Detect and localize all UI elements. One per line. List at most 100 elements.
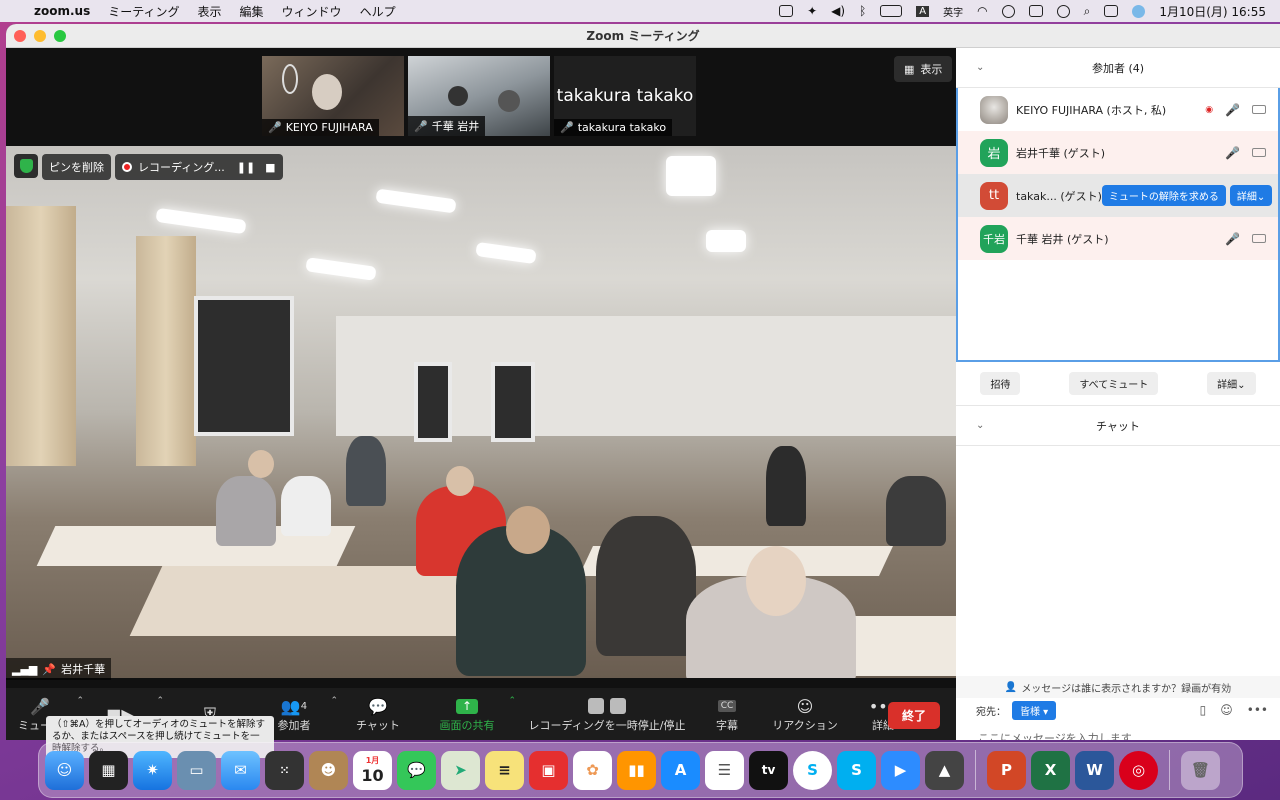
share-screen-button[interactable]: ↑ 画面の共有 ⌃ [432,688,517,740]
skype-business-icon[interactable]: S [837,750,876,790]
trash-icon[interactable]: 🗑 [1181,750,1220,790]
security-shield-icon[interactable] [14,154,38,178]
menu-edit[interactable]: 編集 [240,3,264,20]
mic-muted-icon[interactable]: 🎤 [1225,232,1240,246]
more-dots-icon[interactable]: ••• [1247,703,1268,717]
zoom-status-icon[interactable] [779,5,794,17]
ask-to-unmute-button[interactable]: ミュートの解除を求める [1101,185,1226,206]
signal-icon: ▂▄▆ [12,662,38,676]
trend-micro-icon[interactable]: ◎ [1119,750,1158,790]
record-dot-icon [122,162,132,172]
control-center-icon[interactable] [1104,5,1119,17]
camera-icon[interactable] [1252,105,1266,114]
attendee [886,476,946,546]
participant-row[interactable]: KEIYO FUJIHARA (ホスト, 私) ◉ 🎤 [958,88,1278,131]
mute-caret-icon[interactable]: ⌃ [76,696,84,706]
thumbnail-iwai[interactable]: 🎤 千華 岩井 [408,56,550,136]
skype-icon[interactable]: S [793,750,832,790]
mission-control-icon[interactable]: ▦ [89,750,128,790]
dropbox-icon[interactable]: ✦ [807,4,817,18]
menu-app-name[interactable]: zoom.us [34,4,90,18]
unpin-button[interactable]: ピンを削除 [42,154,111,180]
contacts-icon[interactable]: ☻ [309,750,348,790]
user-icon[interactable] [1001,4,1015,18]
menu-clock[interactable]: 1月10日(月) 16:55 [1159,3,1266,20]
collapse-chevron-icon[interactable]: ⌄ [976,62,984,73]
menu-window[interactable]: ウィンドウ [282,3,342,20]
camera-icon[interactable] [1252,234,1266,243]
menu-view[interactable]: 表示 [198,3,222,20]
maps-icon[interactable]: ➤ [441,750,480,790]
participant-face [448,86,468,106]
menu-meeting[interactable]: ミーティング [108,3,179,20]
apple-tv-icon[interactable]: tv [749,750,788,790]
camera-icon[interactable] [1252,148,1266,157]
photo-booth-icon[interactable]: ▣ [529,750,568,790]
photos-icon[interactable]: ✿ [573,750,612,790]
pause-icon[interactable]: ❚❚ [237,161,255,174]
messages-icon[interactable]: 💬 [397,750,436,790]
main-video[interactable] [6,146,956,678]
chat-button[interactable]: 💬 チャット [348,688,408,740]
launchpad-icon[interactable]: ⁙ [265,750,304,790]
mail-icon[interactable]: ✉ [221,750,260,790]
keyboard-icon[interactable] [1028,5,1043,17]
siri-icon[interactable] [1132,4,1146,18]
pin-icon: 📌 [42,662,57,676]
finder-icon[interactable]: ☺ [45,750,84,790]
chat-message-input[interactable]: ここにメッセージを入力します... [956,722,1280,740]
reactions-button[interactable]: ☺ リアクション [770,688,840,740]
attendee-head [746,546,806,616]
recording-indicator[interactable]: レコーディング... ❚❚ ■ [115,154,283,180]
menu-help[interactable]: ヘルプ [360,3,396,20]
participants-caret-icon[interactable]: ⌃ [330,696,338,706]
reminders-icon[interactable]: ☰ [705,750,744,790]
mute-all-button[interactable]: すべてミュート [1069,372,1159,395]
app-store-icon[interactable]: A [661,750,700,790]
participant-row[interactable]: 千岩 千華 岩井 (ゲスト) 🎤 [958,217,1278,260]
wifi-icon[interactable]: ◠ [977,4,987,18]
end-meeting-button[interactable]: 終了 [888,702,941,729]
participants-more-button[interactable]: 詳細⌄ [1207,372,1256,395]
zoom-icon[interactable]: ▶ [881,750,920,790]
chat-visibility-notice[interactable]: 👤 メッセージは誰に表示されますか？録画が有効 [956,676,1280,698]
share-caret-icon[interactable]: ⌃ [508,696,516,706]
powerpoint-icon[interactable]: P [987,750,1026,790]
stop-recording-icon [610,698,626,714]
mic-muted-icon[interactable]: 🎤 [1225,103,1240,117]
mic-icon[interactable]: 🎤 [1225,146,1240,160]
video-caret-icon[interactable]: ⌃ [156,696,164,706]
volume-icon[interactable]: ◀) [831,4,845,18]
view-button[interactable]: ▦ 表示 [894,56,953,82]
word-icon[interactable]: W [1075,750,1114,790]
invite-button[interactable]: 招待 [980,372,1021,395]
ceiling-light [375,188,457,214]
participant-row[interactable]: 岩 岩井千華 (ゲスト) 🎤 [958,131,1278,174]
ime-icon[interactable]: A [916,5,930,17]
file-icon[interactable]: ▯ [1200,703,1207,717]
notes-icon[interactable]: ≡ [485,750,524,790]
stop-icon[interactable]: ■ [265,161,275,174]
thumbnail-takakura[interactable]: takakura takako 🎤 takakura takako [554,56,696,136]
collapse-chevron-icon[interactable]: ⌄ [976,420,984,431]
spotlight-icon[interactable]: ⌕ [1084,4,1091,19]
books-icon[interactable]: ▮▮ [617,750,656,790]
preview-icon[interactable]: ▭ [177,750,216,790]
avatar: 岩 [980,138,1008,167]
pause-stop-recording-button[interactable]: レコーディングを一時停止/停止 [522,688,692,740]
participant-row[interactable]: tt takak... (ゲスト) ミュートの解除を求める 詳細⌄ [958,174,1278,217]
safari-icon[interactable]: ✷ [133,750,172,790]
captions-button[interactable]: CC 字幕 [702,688,752,740]
recipient-dropdown[interactable]: 皆様 ▾ [1012,700,1057,720]
time-machine-icon[interactable] [1056,4,1070,18]
ime-label: 英字 [943,7,964,19]
thumbnail-strip: 🎤 KEIYO FUJIHARA 🎤 千華 岩井 takakura takako 🎤… [262,56,696,136]
battery-icon[interactable] [880,5,903,17]
keynote-icon[interactable]: ▲ [925,750,964,790]
calendar-icon[interactable]: 1月 10 [353,750,392,790]
emoji-icon[interactable]: ☺ [1220,703,1233,717]
bluetooth-icon[interactable]: ᛒ [859,4,866,18]
excel-icon[interactable]: X [1031,750,1070,790]
participant-more-button[interactable]: 詳細⌄ [1229,185,1273,206]
thumbnail-keiyo[interactable]: 🎤 KEIYO FUJIHARA [262,56,404,136]
